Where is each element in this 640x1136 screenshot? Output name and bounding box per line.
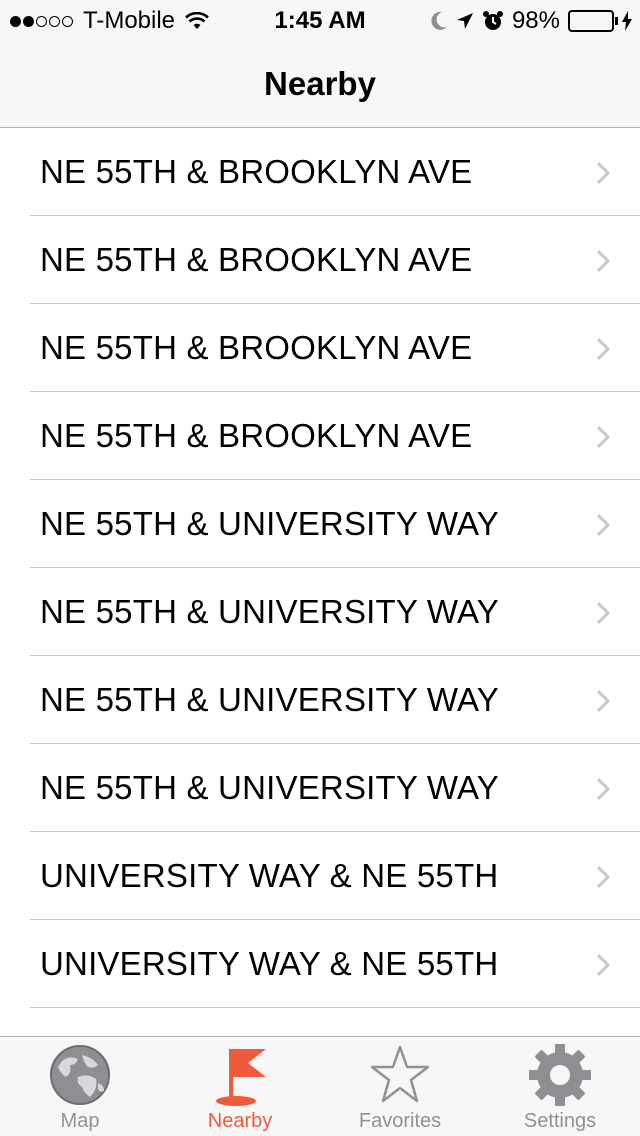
stop-name: NE 55TH & UNIVERSITY WAY [40, 505, 499, 542]
chevron-right-icon [596, 425, 610, 449]
stop-name: NE 55TH & UNIVERSITY WAY [40, 593, 499, 630]
tab-bar: Map Nearby Favorites Settings [0, 1036, 640, 1136]
page-title: Nearby [264, 65, 376, 102]
list-item[interactable]: NE 55TH & UNIVERSITY WAY [0, 744, 640, 832]
stop-name: NE 55TH & BROOKLYN AVE [40, 417, 473, 454]
chevron-right-icon [596, 513, 610, 537]
battery-percentage: 98% [511, 7, 560, 34]
tab-label: Map [60, 1110, 100, 1132]
list-item[interactable]: NE 55TH & BROOKLYN AVE [0, 392, 640, 480]
battery-icon [568, 10, 618, 32]
list-item[interactable]: UNIVERSITY WAY & NE 55TH [0, 920, 640, 1008]
list-item[interactable]: NE 55TH & BROOKLYN AVE [0, 128, 640, 216]
stop-name: NE 55TH & BROOKLYN AVE [40, 241, 473, 278]
chevron-right-icon [596, 161, 610, 185]
battery-body [568, 10, 614, 32]
stop-name: NE 55TH & UNIVERSITY WAY [40, 769, 499, 806]
chevron-right-icon [596, 337, 610, 361]
chevron-right-icon [596, 689, 610, 713]
list-item[interactable]: NE 55TH & UNIVERSITY WAY [0, 656, 640, 744]
status-right: 98% [422, 7, 632, 35]
battery-nub [615, 17, 618, 25]
tab-label: Favorites [358, 1110, 442, 1132]
tab-map[interactable]: Map [0, 1037, 160, 1136]
chevron-right-icon [596, 249, 610, 273]
nearby-stops-list[interactable]: NE 55TH & BROOKLYN AVE NE 55TH & BROOKLY… [0, 128, 640, 1036]
status-bar: T-Mobile 1:45 AM 98% [0, 0, 640, 40]
top-bar: T-Mobile 1:45 AM 98% Nearby [0, 0, 640, 128]
alarm-icon [482, 11, 503, 30]
list-item[interactable]: UNIVERSITY WAY & NE 55TH [0, 832, 640, 920]
star-icon [370, 1045, 430, 1103]
tab-label: Nearby [207, 1110, 273, 1132]
list-item[interactable]: NE 55TH & UNIVERSITY WAY [0, 568, 640, 656]
chevron-right-icon [596, 601, 610, 625]
stop-name: NE 55TH & BROOKLYN AVE [40, 329, 473, 366]
moon-icon [431, 11, 447, 30]
charging-bolt-icon [622, 11, 632, 31]
tab-settings[interactable]: Settings [480, 1037, 640, 1136]
stop-name: UNIVERSITY WAY & NE 55TH [40, 945, 499, 982]
stop-name: UNIVERSITY WAY & NE 55TH [40, 857, 499, 894]
location-arrow-icon [456, 13, 473, 29]
stop-name: NE 55TH & UNIVERSITY WAY [40, 681, 499, 718]
list-item[interactable]: NE 55TH & BROOKLYN AVE [0, 304, 640, 392]
navigation-bar: Nearby [0, 40, 640, 128]
chevron-right-icon [596, 953, 610, 977]
tab-nearby[interactable]: Nearby [160, 1037, 320, 1136]
list-item[interactable]: NE 55TH & UNIVERSITY WAY [0, 480, 640, 568]
globe-icon [50, 1045, 110, 1105]
stop-name: NE 55TH & BROOKLYN AVE [40, 153, 473, 190]
list-item-partial[interactable] [0, 1008, 640, 1036]
chevron-right-icon [596, 777, 610, 801]
tab-favorites[interactable]: Favorites [320, 1037, 480, 1136]
flag-icon [216, 1049, 266, 1106]
gear-icon [529, 1044, 591, 1106]
list-item[interactable]: NE 55TH & BROOKLYN AVE [0, 216, 640, 304]
tab-label: Settings [523, 1110, 597, 1132]
chevron-right-icon [596, 865, 610, 889]
